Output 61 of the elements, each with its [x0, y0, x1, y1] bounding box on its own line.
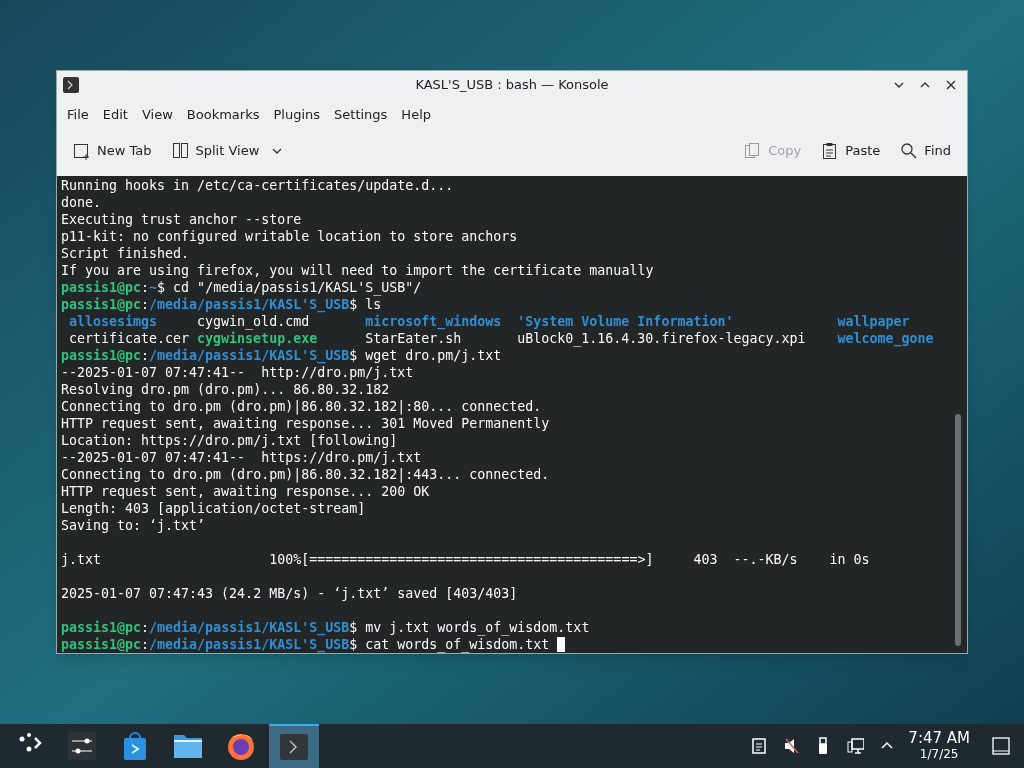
search-icon	[900, 142, 919, 160]
terminal-line: --2025-01-07 07:47:41-- http://dro.pm/j.txt	[61, 364, 414, 381]
terminal-line: passis1@pc:/media/passis1/KASL'S_USB$ ls	[61, 296, 382, 313]
menu-item[interactable]: Bookmarks	[180, 105, 266, 125]
terminal-icon	[278, 731, 310, 763]
terminal-icon	[63, 77, 79, 93]
terminal-line: --2025-01-07 07:47:41-- https://dro.pm/j.txt	[61, 449, 422, 466]
new-tab-button[interactable]: New Tab	[67, 136, 158, 166]
menu-item[interactable]: File	[61, 105, 95, 125]
file-name: 'System Volume Information'	[517, 314, 734, 329]
file-name: certificate.cer	[69, 331, 190, 346]
paste-button[interactable]: Paste	[815, 136, 887, 166]
terminal-line: Location: https://dro.pm/j.txt [following]	[61, 432, 398, 449]
scrollbar[interactable]	[955, 414, 961, 646]
terminal-line: Resolving dro.pm (dro.pm)... 86.80.32.182	[61, 381, 390, 398]
file-name: uBlock0_1.16.4.30.firefox-legacy.xpi	[517, 331, 806, 346]
file-name: allosesimgs	[69, 314, 158, 329]
show-desktop-icon[interactable]	[992, 737, 1010, 755]
terminal-line: passis1@pc:/media/passis1/KASL'S_USB$ wget dro.pm/j.txt	[61, 347, 502, 364]
terminal-line: 2025-01-07 07:47:43 (24.2 MB/s) - ‘j.txt’ saved [403/403]	[61, 585, 518, 602]
terminal-line: Saving to: ‘j.txt’	[61, 517, 206, 534]
split-view-button[interactable]: Split View	[165, 136, 290, 166]
terminal-line: Length: 403 [application/octet-stream]	[61, 500, 366, 517]
speaker-muted-icon[interactable]	[782, 736, 801, 756]
terminal-line: If you are using firefox, you will need to import the certificate manually	[61, 262, 654, 279]
new-tab-icon	[73, 142, 91, 160]
menu-item[interactable]: Help	[395, 105, 437, 125]
split-view-icon	[171, 142, 190, 160]
terminal-line: HTTP request sent, awaiting response... 301 Moved Permanently	[61, 415, 550, 432]
terminal-line: passis1@pc:/media/passis1/KASL'S_USB$ mv j.txt words_of_wisdom.txt	[61, 619, 590, 636]
clipboard-icon[interactable]	[750, 736, 769, 756]
menu-item[interactable]: Edit	[96, 105, 134, 125]
terminal-line: Script finished.	[61, 245, 190, 262]
terminal-pane[interactable]	[57, 176, 967, 653]
file-name: cygwinsetup.exe	[197, 331, 318, 346]
sliders-icon	[66, 730, 98, 762]
terminal-line: passis1@pc:~$ cd "/media/passis1/KASL'S_USB"/	[61, 279, 422, 296]
terminal-line: Executing trust anchor --store	[61, 211, 302, 228]
file-name: welcome_gone	[837, 331, 934, 346]
clock-time[interactable]: 7:47 AM	[908, 730, 970, 746]
taskbar-terminal-button[interactable]	[269, 724, 319, 768]
menu-item[interactable]: Plugins	[267, 105, 327, 125]
find-button[interactable]: Find	[894, 136, 957, 166]
network-icon[interactable]	[846, 736, 865, 756]
clock-date[interactable]: 1/7/25	[919, 746, 959, 762]
terminal-line: done.	[61, 194, 102, 211]
terminal-line: Connecting to dro.pm (dro.pm)|86.80.32.182|:443... connected.	[61, 466, 550, 483]
file-name: wallpaper	[837, 314, 910, 329]
terminal-line: HTTP request sent, awaiting response... 200 OK	[61, 483, 430, 500]
terminal-line: j.txt 100%[=========================================>] 403 --.-KB/s in 0s	[61, 551, 870, 568]
terminal-line: passis1@pc:/media/passis1/KASL'S_USB$ cat words_of_wisdom.txt	[61, 636, 550, 653]
terminal-line: Running hooks in /etc/ca-certificates/update.d...	[61, 177, 454, 194]
terminal-line: Connecting to dro.pm (dro.pm)|86.80.32.182|:80... connected.	[61, 398, 542, 415]
menu-item[interactable]: View	[135, 105, 179, 125]
file-name: microsoft_windows	[365, 314, 502, 329]
file-name: cygwin_old.cmd	[197, 314, 310, 329]
file-name: StarEater.sh	[365, 331, 462, 346]
menu-item[interactable]: Settings	[328, 105, 394, 125]
window-title: KASL'S_USB : bash — Konsole	[415, 76, 609, 95]
terminal-line: p11-kit: no configured writable location to store anchors	[61, 228, 518, 245]
close-icon[interactable]	[945, 79, 957, 91]
